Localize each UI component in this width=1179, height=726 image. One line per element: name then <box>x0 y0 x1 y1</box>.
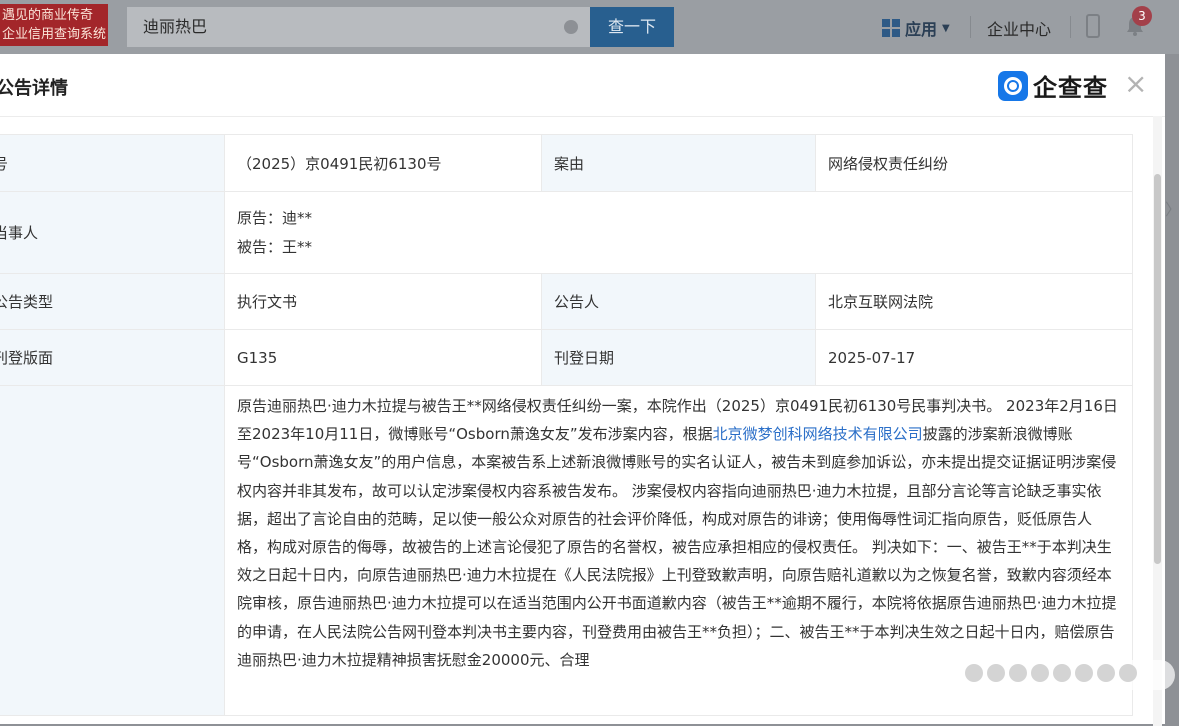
chevron-right-icon[interactable]: 〉 <box>1165 196 1179 220</box>
date-value: 2025-07-17 <box>815 329 1133 386</box>
mobile-phone-icon[interactable] <box>1086 14 1100 38</box>
modal-title: 公告详情 <box>0 78 68 99</box>
search-input[interactable]: 迪丽热巴 <box>127 7 590 47</box>
notification-badge: 3 <box>1132 6 1152 26</box>
apps-menu[interactable]: 应用 ▼ <box>882 16 950 40</box>
search-input-value: 迪丽热巴 <box>143 17 208 36</box>
table-row: 号 （2025）京0491民初6130号 案由 网络侵权责任纠纷 <box>0 134 1133 192</box>
enterprise-center-link[interactable]: 企业中心 <box>987 16 1051 40</box>
announcement-details-table: 号 （2025）京0491民初6130号 案由 网络侵权责任纠纷 当事人 原告：… <box>0 134 1133 716</box>
party-label: 当事人 <box>0 191 225 274</box>
search-button[interactable]: 查一下 <box>590 7 674 47</box>
page-value: G135 <box>224 329 542 386</box>
content-text-2: 披露的涉案新浪微博账号“Osborn萧逸女友”的用户信息，本案被告系上述新浪微博… <box>237 425 1117 669</box>
table-row: 公告类型 执行文书 公告人 北京互联网法院 <box>0 273 1133 330</box>
case-no-value[interactable]: （2025）京0491民初6130号 <box>224 134 542 192</box>
page-label: 刊登版面 <box>0 329 225 386</box>
table-row: 刊登版面 G135 刊登日期 2025-07-17 <box>0 329 1133 386</box>
announcement-modal: 公告详情 企查查 × 号 （2025）京0491民初6130号 案由 网络侵权责… <box>0 54 1165 726</box>
clear-icon[interactable] <box>564 20 578 34</box>
content-label <box>0 385 225 716</box>
divider <box>970 16 971 38</box>
caret-down-icon: ▼ <box>942 22 950 34</box>
logo-line-1: 遇见的商业传奇 <box>2 8 94 23</box>
vertical-scrollbar[interactable] <box>1153 116 1162 726</box>
logo-line-2: 企业信用查询系统 <box>2 27 107 42</box>
cause-value: 网络侵权责任纠纷 <box>815 134 1133 192</box>
company-link[interactable]: 北京微梦创科网络技术有限公司 <box>713 425 923 443</box>
plaintiff: 原告：迪** <box>237 208 313 227</box>
case-no-label: 号 <box>0 134 225 192</box>
apps-label: 应用 <box>905 20 938 39</box>
qichacha-logo-icon <box>998 70 1028 101</box>
scrollbar-thumb[interactable] <box>1154 174 1161 564</box>
close-button[interactable]: × <box>1124 70 1147 98</box>
date-label: 刊登日期 <box>541 329 816 386</box>
top-header: 遇见的商业传奇 企业信用查询系统 迪丽热巴 查一下 应用 ▼ 企业中心 3 <box>0 0 1179 54</box>
defendant: 被告：王** <box>237 237 313 256</box>
type-value: 执行文书 <box>224 273 542 330</box>
announcer-value: 北京互联网法院 <box>815 273 1133 330</box>
party-value: 原告：迪** 被告：王** <box>224 191 1133 274</box>
divider <box>1070 16 1071 38</box>
table-row: 当事人 原告：迪** 被告：王** <box>0 191 1133 274</box>
cause-label: 案由 <box>541 134 816 192</box>
apps-grid-icon <box>882 19 900 37</box>
type-label: 公告类型 <box>0 273 225 330</box>
brand-logo: 企查查 <box>998 68 1108 103</box>
modal-header: 公告详情 企查查 × <box>0 54 1165 117</box>
site-logo[interactable]: 遇见的商业传奇 企业信用查询系统 <box>0 4 108 46</box>
watermark-avatars <box>965 664 1137 682</box>
announcer-label: 公告人 <box>541 273 816 330</box>
brand-name: 企查查 <box>1033 74 1108 102</box>
